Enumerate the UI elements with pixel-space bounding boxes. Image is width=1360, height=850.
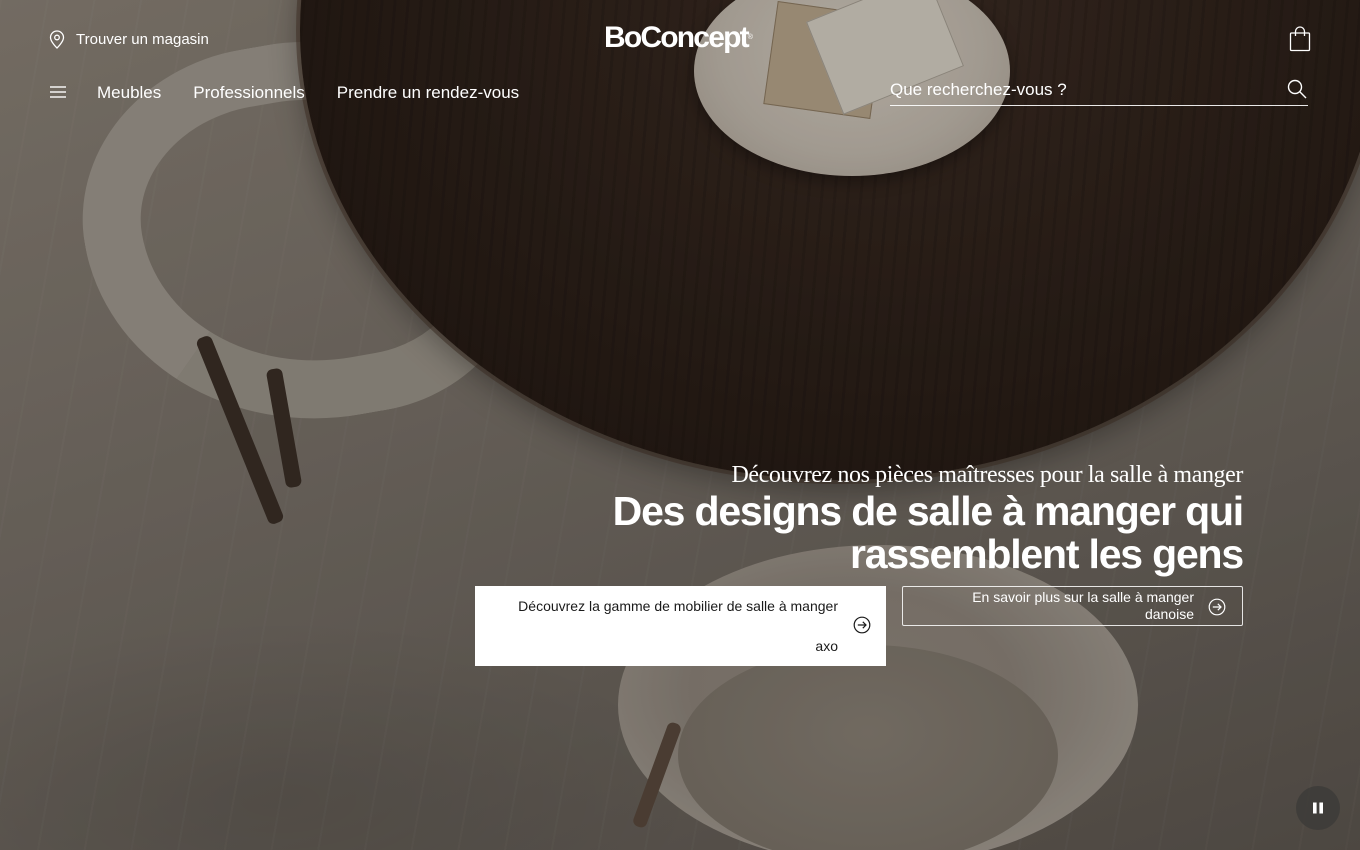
cta-primary-label-line-1: Découvrez la gamme de mobilier de salle … [518, 598, 838, 614]
cta-secondary-label: En savoir plus sur la salle à manger dan… [934, 589, 1194, 623]
hero-headline-line-1: Des designs de salle à manger qui [612, 488, 1245, 534]
learn-danish-dining-button[interactable]: En savoir plus sur la salle à manger dan… [902, 586, 1243, 626]
hero-kicker: Découvrez nos pièces maîtresses pour la … [731, 462, 1243, 488]
hero-headline-line-2: rassemblent les gens [849, 531, 1244, 577]
cta-primary-label: Découvrez la gamme de mobilier de salle … [498, 596, 838, 656]
main-navigation: Meubles Professionnels Prendre un rendez… [97, 82, 519, 104]
brand-logo[interactable]: BoConcept® [604, 20, 756, 56]
search-input[interactable] [890, 76, 1270, 104]
store-locator-label: Trouver un magasin [76, 30, 209, 48]
arrow-right-circle-icon [853, 616, 871, 634]
cta-secondary-label-line-2: danoise [1144, 606, 1194, 622]
nav-item-meubles[interactable]: Meubles [97, 82, 161, 104]
hamburger-menu-icon[interactable] [48, 82, 68, 102]
shopping-bag-icon[interactable] [1288, 26, 1312, 52]
store-locator-link[interactable]: Trouver un magasin [48, 28, 209, 50]
arrow-right-circle-icon [1208, 598, 1226, 616]
pause-video-button[interactable] [1296, 786, 1340, 830]
logo-registered-mark: ® [747, 34, 753, 41]
pause-icon [1313, 802, 1323, 814]
search-icon[interactable] [1286, 78, 1308, 100]
nav-item-professionnels[interactable]: Professionnels [193, 82, 305, 104]
search-bar [890, 74, 1308, 106]
hero-background [0, 0, 1360, 850]
hero-headline: Des designs de salle à manger qui rassem… [483, 488, 1245, 577]
hero-copy: Découvrez nos pièces maîtresses pour la … [483, 460, 1245, 577]
location-pin-icon [49, 30, 65, 49]
discover-dining-range-button[interactable]: Découvrez la gamme de mobilier de salle … [475, 586, 886, 666]
cta-primary-label-line-2: axo [815, 638, 838, 654]
cta-secondary-label-line-1: En savoir plus sur la salle à manger [972, 589, 1194, 605]
logo-text: BoConcept [604, 21, 750, 54]
nav-item-rendez-vous[interactable]: Prendre un rendez-vous [337, 82, 519, 104]
hero-overlay [0, 0, 1360, 850]
